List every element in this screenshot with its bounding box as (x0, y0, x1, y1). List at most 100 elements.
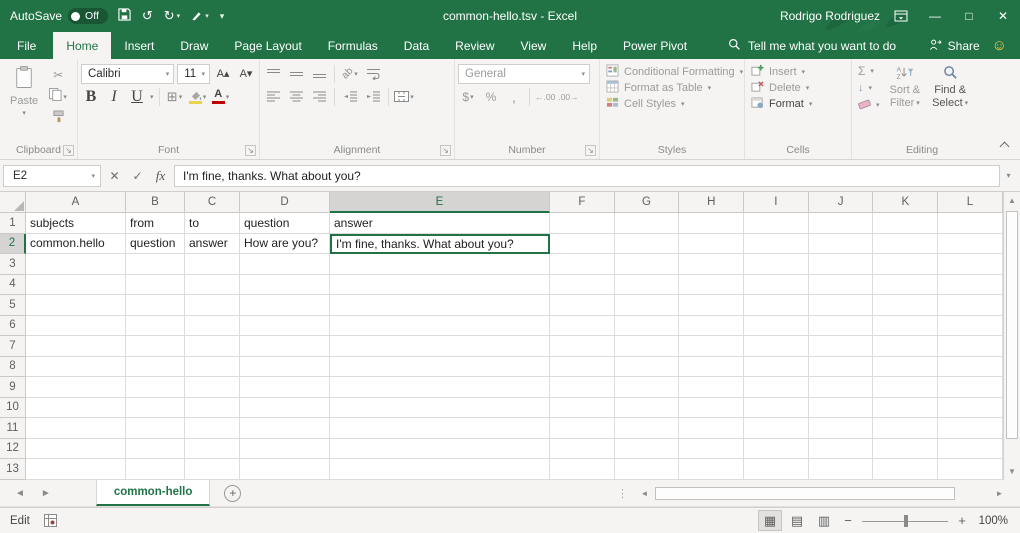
paste-button[interactable]: Paste ▾ (3, 62, 45, 143)
horizontal-scroll-track[interactable] (653, 485, 991, 502)
cell-I12[interactable] (744, 439, 809, 460)
ribbon-tab-help[interactable]: Help (559, 32, 610, 59)
previous-sheet-button[interactable]: ◄ (15, 488, 25, 499)
cell-G3[interactable] (615, 254, 680, 275)
new-sheet-button[interactable]: + (224, 485, 241, 502)
column-header-F[interactable]: F (550, 192, 615, 213)
font-color-button[interactable]: A ▾ (211, 86, 231, 107)
decrease-decimal-button[interactable]: .00→ (558, 86, 578, 107)
ribbon-tab-page-layout[interactable]: Page Layout (221, 32, 314, 59)
cell-B5[interactable] (126, 295, 185, 316)
align-top-button[interactable] (263, 63, 283, 84)
ribbon-tab-power-pivot[interactable]: Power Pivot (610, 32, 700, 59)
align-right-button[interactable] (309, 86, 329, 107)
clear-button[interactable]: ▾ (855, 97, 883, 113)
cell-G9[interactable] (615, 377, 680, 398)
cell-F9[interactable] (550, 377, 615, 398)
cell-C5[interactable] (185, 295, 240, 316)
conditional-formatting-button[interactable]: Conditional Formatting ▾ (603, 64, 741, 80)
cell-B7[interactable] (126, 336, 185, 357)
cell-I7[interactable] (744, 336, 809, 357)
cell-H2[interactable] (679, 234, 744, 255)
cell-L12[interactable] (938, 439, 1003, 460)
cell-G4[interactable] (615, 275, 680, 296)
cell-F2[interactable] (550, 234, 615, 255)
cell-D11[interactable] (240, 418, 330, 439)
cell-B11[interactable] (126, 418, 185, 439)
cell-C9[interactable] (185, 377, 240, 398)
cell-J3[interactable] (809, 254, 874, 275)
row-header-11[interactable]: 11 (0, 418, 26, 439)
cell-A11[interactable] (26, 418, 126, 439)
cell-K4[interactable] (873, 275, 938, 296)
align-middle-button[interactable] (286, 63, 306, 84)
save-button[interactable] (118, 8, 131, 24)
cell-D12[interactable] (240, 439, 330, 460)
expand-formula-bar-button[interactable]: ▾ (1000, 171, 1017, 180)
autosave-pill[interactable]: Off (68, 8, 108, 24)
cell-E11[interactable] (330, 418, 550, 439)
row-header-3[interactable]: 3 (0, 254, 26, 275)
macro-record-button[interactable] (44, 514, 57, 527)
cell-H3[interactable] (679, 254, 744, 275)
cell-C1[interactable]: to (185, 213, 240, 234)
fill-button[interactable]: ↓▾ (855, 80, 883, 96)
customize-qat-button[interactable]: ▾ (220, 11, 225, 22)
vertical-scrollbar[interactable]: ▲ ▼ (1003, 192, 1020, 480)
cell-G7[interactable] (615, 336, 680, 357)
cell-L6[interactable] (938, 316, 1003, 337)
undo-button[interactable]: ↺ (142, 8, 153, 24)
cell-H5[interactable] (679, 295, 744, 316)
comma-style-button[interactable]: , (504, 86, 524, 107)
find-select-button[interactable]: Find & Select▾ (927, 62, 973, 143)
column-header-K[interactable]: K (873, 192, 938, 213)
cell-A5[interactable] (26, 295, 126, 316)
enter-button[interactable]: ✓ (126, 165, 149, 187)
sheet-tab-common-hello[interactable]: common-hello (96, 480, 211, 506)
cell-A6[interactable] (26, 316, 126, 337)
cell-F7[interactable] (550, 336, 615, 357)
cell-B13[interactable] (126, 459, 185, 480)
cell-I4[interactable] (744, 275, 809, 296)
cell-F13[interactable] (550, 459, 615, 480)
cell-K3[interactable] (873, 254, 938, 275)
column-header-C[interactable]: C (185, 192, 240, 213)
cell-D9[interactable] (240, 377, 330, 398)
cell-J13[interactable] (809, 459, 874, 480)
cell-J11[interactable] (809, 418, 874, 439)
cell-E4[interactable] (330, 275, 550, 296)
ribbon-tab-draw[interactable]: Draw (167, 32, 221, 59)
cell-H13[interactable] (679, 459, 744, 480)
horizontal-scrollbar[interactable]: ◄ ► (636, 485, 1008, 502)
page-break-preview-button[interactable]: ▥ (812, 510, 836, 531)
cell-E7[interactable] (330, 336, 550, 357)
cell-F12[interactable] (550, 439, 615, 460)
scroll-right-button[interactable]: ► (991, 485, 1008, 502)
increase-font-size-button[interactable]: A▴ (213, 63, 233, 84)
column-header-G[interactable]: G (615, 192, 680, 213)
cell-E13[interactable] (330, 459, 550, 480)
maximize-button[interactable]: □ (952, 0, 986, 32)
row-header-8[interactable]: 8 (0, 357, 26, 378)
alignment-dialog-launcher[interactable]: ↘ (440, 145, 451, 156)
cell-G6[interactable] (615, 316, 680, 337)
cell-H6[interactable] (679, 316, 744, 337)
cell-A12[interactable] (26, 439, 126, 460)
row-header-10[interactable]: 10 (0, 398, 26, 419)
cell-G11[interactable] (615, 418, 680, 439)
cell-E1[interactable]: answer (330, 213, 550, 234)
cell-G13[interactable] (615, 459, 680, 480)
column-header-D[interactable]: D (240, 192, 330, 213)
cell-A10[interactable] (26, 398, 126, 419)
row-header-12[interactable]: 12 (0, 439, 26, 460)
cell-F10[interactable] (550, 398, 615, 419)
format-as-table-button[interactable]: Format as Table ▾ (603, 80, 741, 96)
cell-C7[interactable] (185, 336, 240, 357)
cell-F8[interactable] (550, 357, 615, 378)
format-painter-button[interactable] (48, 108, 68, 129)
bold-button[interactable]: B (81, 86, 101, 107)
cell-L1[interactable] (938, 213, 1003, 234)
cell-A3[interactable] (26, 254, 126, 275)
cell-I2[interactable] (744, 234, 809, 255)
percent-style-button[interactable]: % (481, 86, 501, 107)
